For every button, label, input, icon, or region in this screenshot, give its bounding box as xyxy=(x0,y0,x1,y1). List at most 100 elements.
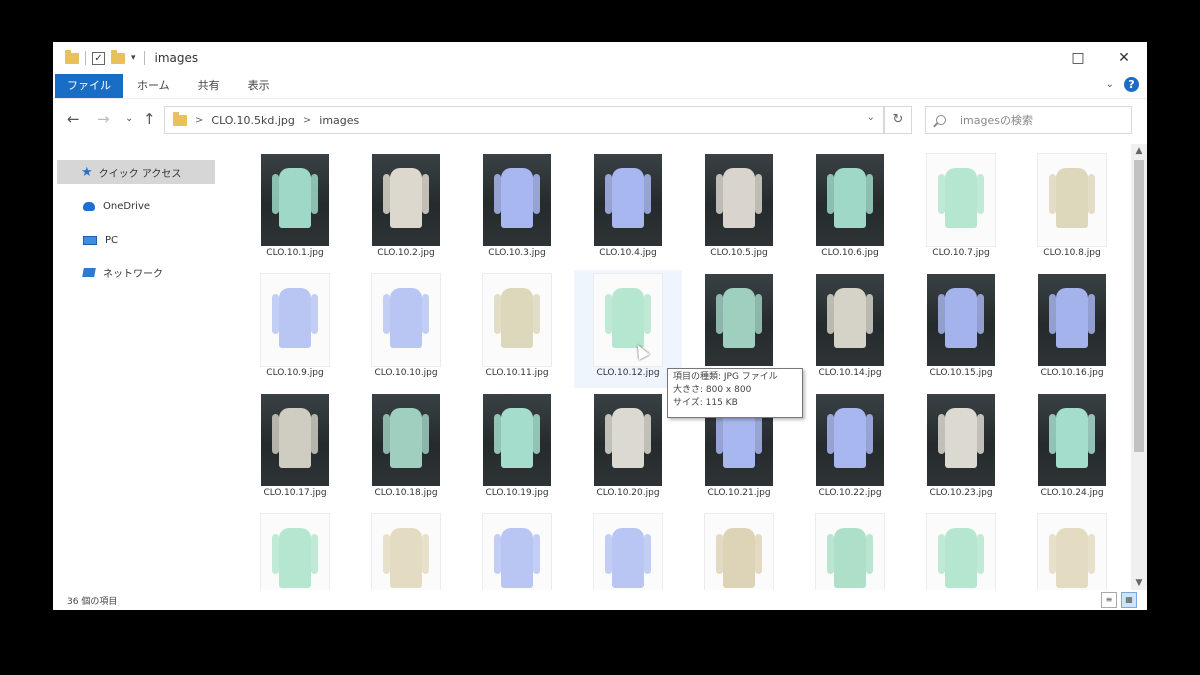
file-item[interactable]: CLO.10.12.jpg xyxy=(574,270,682,388)
file-item[interactable] xyxy=(463,510,571,590)
image-thumbnail xyxy=(372,514,440,590)
file-item[interactable]: CLO.10.7.jpg xyxy=(907,150,1015,268)
recent-locations-button[interactable]: ⌄ xyxy=(125,113,133,124)
jacket-image xyxy=(1049,408,1095,468)
up-button[interactable]: ↑ xyxy=(143,110,156,128)
network-icon xyxy=(82,267,96,277)
image-thumbnail xyxy=(816,514,884,590)
status-bar: 36 個の項目 ≡ ▦ xyxy=(53,590,1147,610)
sidebar-item-network[interactable]: ネットワーク xyxy=(57,260,215,284)
jacket-image xyxy=(605,288,651,348)
file-name: CLO.10.9.jpg xyxy=(266,368,324,378)
window-title: images xyxy=(154,51,199,65)
sidebar-item-quick-access[interactable]: ★ クイック アクセス xyxy=(57,160,215,184)
help-icon[interactable]: ? xyxy=(1124,77,1139,92)
scroll-up-icon[interactable]: ▲ xyxy=(1131,146,1147,156)
tab-share[interactable]: 共有 xyxy=(184,74,234,98)
file-item[interactable]: CLO.10.3.jpg xyxy=(463,150,571,268)
expand-ribbon-icon[interactable]: ⌄ xyxy=(1106,79,1114,90)
properties-icon[interactable]: ✓ xyxy=(92,51,105,65)
file-item[interactable]: CLO.10.2.jpg xyxy=(352,150,460,268)
breadcrumb-separator: > xyxy=(195,114,204,126)
ribbon-tabs: ファイル ホーム 共有 表示 ⌄ ? xyxy=(53,74,1147,99)
file-explorer-window: ✓ ▾ images □ ✕ ファイル ホーム 共有 表示 ⌄ ? ← → ⌄ … xyxy=(53,42,1147,610)
file-item[interactable] xyxy=(1018,510,1121,590)
file-item[interactable]: CLO.10.11.jpg xyxy=(463,270,571,388)
image-thumbnail xyxy=(1038,274,1106,366)
scroll-down-icon[interactable]: ▼ xyxy=(1131,578,1147,588)
file-item[interactable] xyxy=(352,510,460,590)
refresh-button[interactable]: ↻ xyxy=(884,106,912,134)
breadcrumb-current[interactable]: images xyxy=(319,114,359,127)
tab-home[interactable]: ホーム xyxy=(123,74,184,98)
file-item[interactable]: CLO.10.5.jpg xyxy=(685,150,793,268)
file-item[interactable]: CLO.10.1.jpg xyxy=(241,150,349,268)
maximize-button[interactable]: □ xyxy=(1055,42,1101,74)
folder-icon xyxy=(173,111,187,126)
file-item[interactable]: CLO.10.22.jpg xyxy=(796,390,904,508)
jacket-image xyxy=(1049,288,1095,348)
sidebar-item-label: ネットワーク xyxy=(103,268,163,280)
back-button[interactable]: ← xyxy=(67,110,80,128)
jacket-image xyxy=(494,288,540,348)
image-thumbnail xyxy=(483,514,551,590)
image-thumbnail xyxy=(705,274,773,366)
tab-view[interactable]: 表示 xyxy=(234,74,284,98)
jacket-image xyxy=(383,288,429,348)
image-thumbnail xyxy=(261,274,329,366)
jacket-image xyxy=(938,528,984,588)
details-view-button[interactable]: ≡ xyxy=(1101,592,1117,608)
jacket-image xyxy=(494,168,540,228)
sidebar-item-pc[interactable]: PC xyxy=(57,228,215,252)
file-item[interactable] xyxy=(685,510,793,590)
tab-file[interactable]: ファイル xyxy=(55,74,123,98)
large-icons-view-button[interactable]: ▦ xyxy=(1121,592,1137,608)
close-button[interactable]: ✕ xyxy=(1101,42,1147,74)
customize-toolbar-icon[interactable]: ▾ xyxy=(131,53,136,63)
file-name: CLO.10.23.jpg xyxy=(929,488,993,498)
jacket-image xyxy=(1049,528,1095,588)
file-item[interactable] xyxy=(241,510,349,590)
file-name: CLO.10.11.jpg xyxy=(485,368,549,378)
address-dropdown-icon[interactable]: ⌄ xyxy=(867,112,875,123)
image-thumbnail xyxy=(816,274,884,366)
file-item[interactable]: CLO.10.4.jpg xyxy=(574,150,682,268)
file-item[interactable]: CLO.10.23.jpg xyxy=(907,390,1015,508)
image-thumbnail xyxy=(372,274,440,366)
breadcrumb-separator: > xyxy=(302,114,312,126)
new-folder-icon[interactable] xyxy=(111,49,125,64)
search-input[interactable]: imagesの検索 xyxy=(925,106,1132,134)
address-bar[interactable]: > CLO.10.5kd.jpg > images ⌄ xyxy=(164,106,884,134)
file-item[interactable]: CLO.10.24.jpg xyxy=(1018,390,1121,508)
jacket-image xyxy=(494,408,540,468)
forward-button[interactable]: → xyxy=(97,110,110,128)
file-item[interactable]: CLO.10.15.jpg xyxy=(907,270,1015,388)
file-item[interactable] xyxy=(907,510,1015,590)
file-item[interactable]: CLO.10.10.jpg xyxy=(352,270,460,388)
file-item[interactable] xyxy=(796,510,904,590)
file-item[interactable] xyxy=(574,510,682,590)
file-item[interactable]: CLO.10.8.jpg xyxy=(1018,150,1121,268)
file-name: CLO.10.1.jpg xyxy=(266,248,324,258)
file-name: CLO.10.21.jpg xyxy=(707,488,771,498)
sidebar-item-label: クイック アクセス xyxy=(98,168,182,180)
breadcrumb-parent[interactable]: CLO.10.5kd.jpg xyxy=(211,114,295,127)
image-thumbnail xyxy=(1038,394,1106,486)
file-item[interactable]: CLO.10.6.jpg xyxy=(796,150,904,268)
file-item[interactable]: CLO.10.9.jpg xyxy=(241,270,349,388)
navigation-pane: ★ クイック アクセス OneDrive PC ネットワーク xyxy=(53,150,228,590)
file-item[interactable]: CLO.10.14.jpg xyxy=(796,270,904,388)
address-row: ← → ⌄ ↑ > CLO.10.5kd.jpg > images ⌄ ↻ im… xyxy=(53,102,1147,138)
file-item[interactable]: CLO.10.17.jpg xyxy=(241,390,349,508)
jacket-image xyxy=(272,408,318,468)
vertical-scrollbar[interactable]: ▲ ▼ xyxy=(1131,144,1147,590)
file-item[interactable]: CLO.10.20.jpg xyxy=(574,390,682,508)
file-item[interactable]: CLO.10.19.jpg xyxy=(463,390,571,508)
file-item[interactable]: CLO.10.18.jpg xyxy=(352,390,460,508)
file-name: CLO.10.22.jpg xyxy=(818,488,882,498)
sidebar-item-onedrive[interactable]: OneDrive xyxy=(57,194,215,218)
scrollbar-thumb[interactable] xyxy=(1134,160,1144,452)
file-item[interactable]: CLO.10.16.jpg xyxy=(1018,270,1121,388)
image-thumbnail xyxy=(261,514,329,590)
window-controls: □ ✕ xyxy=(1055,42,1147,74)
